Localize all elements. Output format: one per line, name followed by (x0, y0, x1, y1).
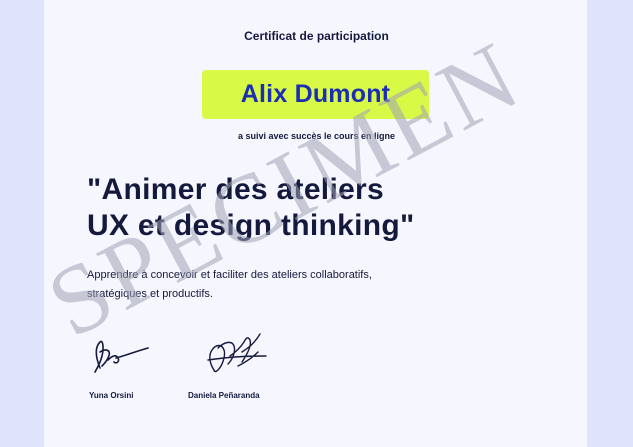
course-description-line-1: Apprendre à concevoir et faciliter des a… (87, 269, 372, 281)
certificate-header: Certificat de participation (244, 29, 389, 43)
course-title-line-1: "Animer des ateliers (87, 173, 385, 206)
signature-yuna-orsini (94, 340, 149, 373)
signature-daniela-penaranda (207, 333, 267, 373)
course-description: Apprendre à concevoir et faciliter des a… (87, 266, 467, 304)
course-title-line-2: UX et design thinking" (87, 209, 415, 242)
recipient-name-highlight: Alix Dumont (202, 70, 429, 119)
course-title: "Animer des ateliers UX et design thinki… (87, 172, 607, 244)
recipient-name: Alix Dumont (240, 80, 391, 108)
course-description-line-2: stratégiques et productifs. (87, 288, 213, 300)
completion-subline: a suivi avec succès le cours en ligne (237, 131, 396, 141)
signatory-name-1: Yuna Orsini (89, 391, 134, 400)
signatory-name-2: Daniela Peñaranda (188, 391, 260, 400)
